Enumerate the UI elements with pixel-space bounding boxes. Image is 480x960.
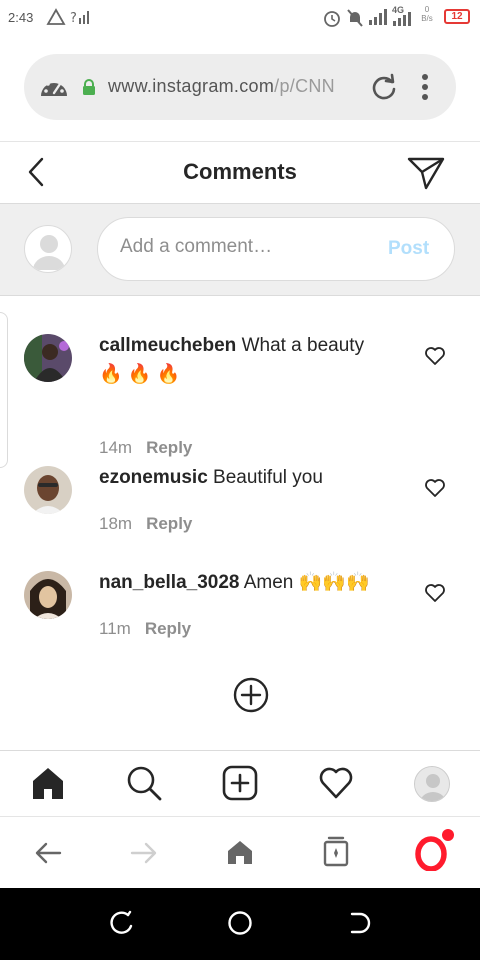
wifi-unknown-icon: ? [70,11,89,26]
comment-meta: 14m Reply [99,438,192,458]
user-avatar-image [24,466,72,514]
comment-time: 18m [99,514,133,533]
comment-username[interactable]: callmeucheben [99,335,236,356]
battery-indicator: 12 [444,9,470,24]
scroll-indicator [0,312,8,468]
status-bar: 2:43 ? 4G 0 B/s 12 [0,0,480,36]
recents-icon[interactable] [108,910,134,936]
reply-button[interactable]: Reply [146,438,192,457]
status-time: 2:43 [8,10,34,25]
comment-input-box[interactable]: Post [97,217,455,281]
signal-icon [369,9,387,25]
new-post-icon[interactable] [222,765,258,801]
load-more-comments-icon[interactable] [232,676,270,714]
comment-body: Beautiful you [213,467,323,488]
comment-text: callmeucheben What a beauty 🔥 🔥 🔥 [99,331,399,389]
svg-text:?: ? [70,11,77,26]
browser-bottom-nav [0,816,480,888]
back-arrow-icon[interactable] [34,841,62,865]
home-icon[interactable] [226,839,254,865]
send-direct-icon[interactable] [406,155,446,191]
comment-text: nan_bella_3028 Amen 🙌🙌🙌 [99,568,399,597]
home-circle-icon[interactable] [227,910,253,936]
reply-button[interactable]: Reply [146,514,192,533]
like-heart-icon[interactable] [424,346,446,366]
browser-menu-icon[interactable] [420,72,430,102]
avatar[interactable] [24,334,72,382]
speed-dial-icon[interactable] [38,74,70,100]
default-avatar-icon [33,235,65,270]
comment-time: 11m [99,619,131,638]
like-heart-icon[interactable] [424,478,446,498]
comments-header: Comments [0,142,480,204]
nav-warning-icon [46,8,66,25]
comment-time: 14m [99,438,133,457]
post-button[interactable]: Post [388,238,429,260]
forward-arrow-icon[interactable] [130,841,158,865]
my-avatar [24,225,72,273]
comment-input[interactable] [120,236,370,258]
comments-list: callmeucheben What a beauty 🔥 🔥 🔥 14m Rep… [0,296,480,750]
add-comment-bar: Post [0,204,480,296]
reply-button[interactable]: Reply [145,619,191,638]
search-icon[interactable] [126,765,162,801]
reload-icon[interactable] [370,73,398,101]
comment-emoji: 🙌🙌🙌 [298,572,370,593]
address-bar[interactable]: www.instagram.com/p/CNN [24,54,456,120]
signal-4g-icon [393,12,411,26]
comment-username[interactable]: ezonemusic [99,467,208,488]
comment-text: ezonemusic Beautiful you [99,463,399,492]
back-icon[interactable] [346,910,372,936]
opera-menu-button[interactable] [414,829,454,872]
comment-username[interactable]: nan_bella_3028 [99,572,239,593]
android-system-nav [0,888,480,960]
notification-dot [442,829,454,841]
secure-lock-icon [83,79,95,95]
browser-toolbar: www.instagram.com/p/CNN [0,36,480,142]
instagram-bottom-nav [0,750,480,816]
url-domain: www.instagram.com [108,76,275,96]
home-icon[interactable] [30,765,66,801]
net-speed: 0 B/s [420,5,434,23]
avatar[interactable] [24,466,72,514]
url-path: /p/CNN [274,76,335,96]
user-avatar-image [24,571,72,619]
default-avatar-icon [415,767,449,801]
user-avatar-image [24,334,72,382]
comment-meta: 18m Reply [99,514,192,534]
comment-body: Amen [243,572,294,593]
profile-avatar[interactable] [414,766,450,802]
comment-emoji: 🔥 🔥 🔥 [99,364,181,385]
alarm-icon [324,11,340,27]
avatar[interactable] [24,571,72,619]
comment-body: What a beauty [241,335,365,356]
comment-meta: 11m Reply [99,619,191,639]
net-speed-value: 0 [424,5,430,14]
tabs-icon[interactable] [322,835,350,867]
url-text[interactable]: www.instagram.com/p/CNN [108,76,354,97]
activity-heart-icon[interactable] [318,765,354,801]
mute-bell-icon [347,9,363,27]
net-speed-unit: B/s [421,14,433,23]
like-heart-icon[interactable] [424,583,446,603]
